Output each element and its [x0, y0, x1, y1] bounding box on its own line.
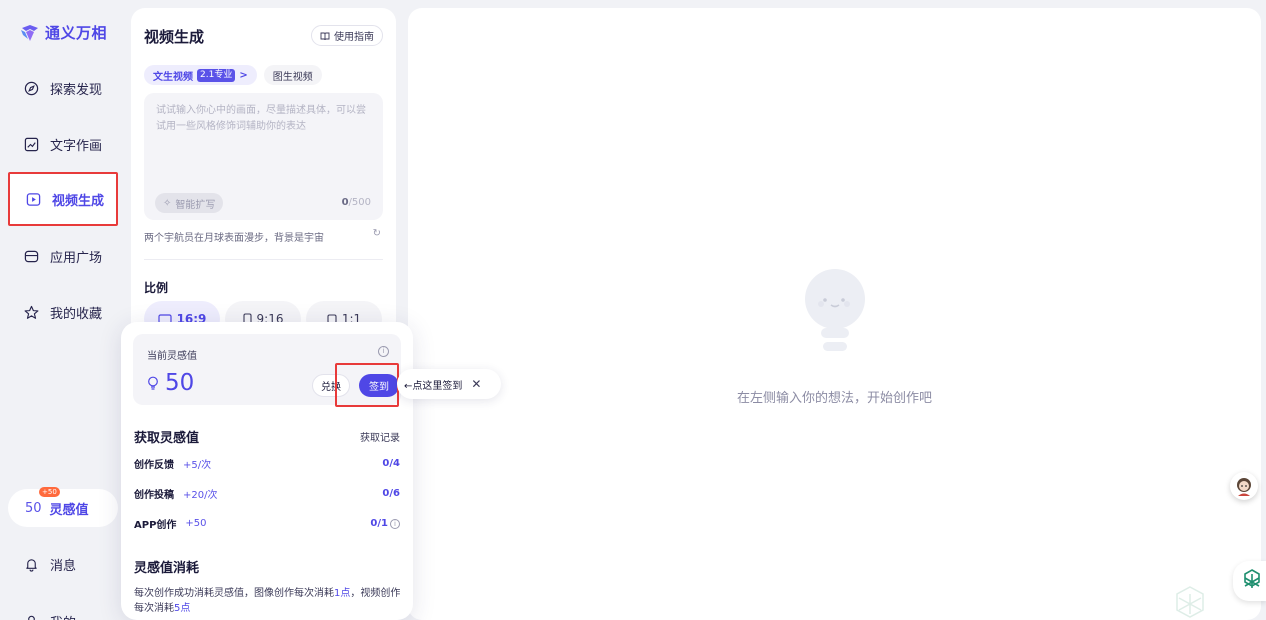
refresh-icon[interactable]: ↻ [373, 228, 381, 239]
magic-wand-icon: ✧ [163, 197, 172, 209]
earn-history-link[interactable]: 获取记录 [360, 429, 400, 444]
avatar-icon [1237, 478, 1251, 496]
left-nav: 通义万相 探索发现 文字作画 视频生成 应用广场 我的收藏 +50 50 灵感值… [0, 0, 122, 620]
bell-icon [26, 558, 37, 572]
char-counter: 0/500 [341, 197, 371, 208]
brand-logo[interactable]: 通义万相 [20, 22, 107, 43]
image-edit-icon [24, 137, 39, 151]
ai-flower-icon [1244, 569, 1260, 588]
points-label: 灵感值 [49, 502, 89, 518]
info-icon[interactable]: i [378, 346, 389, 357]
model-version-badge: 2.1专业 [197, 68, 236, 82]
tab-label: 文生视频 [153, 71, 193, 83]
current-points: 50 [147, 370, 194, 396]
earn-points-title: 获取灵感值 [134, 431, 200, 446]
nav-item-video[interactable]: 视频生成 [8, 172, 118, 226]
prompt-suggestion[interactable]: 两个宇航员在月球表面漫步，背景是宇宙 [144, 229, 324, 244]
user-guide-button[interactable]: 使用指南 [311, 25, 383, 46]
checkin-tooltip: ←点这里签到 ✕ [397, 369, 501, 399]
tab-text-to-video[interactable]: 文生视频 2.1专业 > [144, 65, 257, 85]
ratio-title: 比例 [144, 281, 169, 295]
tab-image-to-video[interactable]: 图生视频 [263, 65, 322, 85]
preview-area: 在左侧输入你的想法，开始创作吧 [408, 8, 1261, 620]
user-guide-label: 使用指南 [334, 32, 374, 43]
nav-item-favorites[interactable]: 我的收藏 [8, 285, 118, 339]
brand-name: 通义万相 [45, 24, 108, 42]
info-icon[interactable]: i [390, 518, 400, 529]
points-value: 50 [165, 370, 195, 396]
current-points-label: 当前灵感值 [147, 351, 197, 362]
tooltip-text: ←点这里签到 [404, 380, 463, 392]
points-bonus-badge: +50 [39, 487, 60, 497]
lightbulb-small-icon [148, 376, 158, 390]
smart-expand-button[interactable]: ✧ 智能扩写 [155, 193, 224, 213]
nav-item-label: 文字作画 [50, 138, 103, 154]
points-cost-description: 每次创作成功消耗灵感值，图像创作每次消耗1点，视频创作每次消耗5点 [134, 588, 401, 614]
prompt-textarea[interactable]: 试试输入你心中的画面，尽量描述具体，可以尝试用一些风格修饰词辅助你的表达 ✧ 智… [144, 93, 383, 220]
nav-item-label: 我的收藏 [50, 306, 103, 322]
close-icon[interactable]: ✕ [471, 377, 481, 391]
assistant-avatar-button[interactable] [1230, 472, 1258, 500]
tab-label: 图生视频 [272, 71, 313, 83]
book-icon [320, 32, 330, 40]
logo-icon [21, 24, 38, 41]
points-value: 50 [25, 500, 42, 516]
divider [144, 259, 383, 260]
ai-assistant-button[interactable] [1233, 561, 1266, 601]
watermark-logo-icon [1176, 586, 1204, 618]
video-icon [26, 192, 41, 206]
inspiration-points-button[interactable]: +50 50 灵感值 [8, 487, 118, 527]
nav-item-app-plaza[interactable]: 应用广场 [8, 229, 118, 283]
nav-item-label: 探索发现 [50, 82, 103, 98]
points-cost-title: 灵感值消耗 [134, 561, 200, 576]
nav-item-label: 消息 [50, 558, 77, 574]
user-icon [28, 615, 35, 620]
compass-icon [24, 81, 39, 95]
smart-expand-label: 智能扩写 [175, 199, 216, 211]
prompt-placeholder: 试试输入你心中的画面，尽量描述具体，可以尝试用一些风格修饰词辅助你的表达 [156, 105, 366, 132]
chevron-right-icon: > [239, 69, 248, 81]
lightbulb-icon [805, 269, 865, 351]
store-icon [24, 250, 39, 262]
star-icon [24, 305, 39, 319]
mode-tabs: 文生视频 2.1专业 > 图生视频 [144, 65, 322, 85]
panel-title: 视频生成 [144, 28, 205, 46]
nav-item-mine[interactable]: 我的 [8, 594, 118, 620]
nav-item-messages[interactable]: 消息 [8, 537, 118, 591]
empty-state-text: 在左侧输入你的想法，开始创作吧 [736, 391, 932, 406]
nav-item-label: 视频生成 [52, 193, 105, 209]
nav-item-label: 应用广场 [50, 250, 103, 266]
nav-item-label: 我的 [50, 612, 76, 620]
checkin-highlight-box [335, 363, 399, 407]
task-row: 创作投稿 +20/次 0/6 [134, 488, 400, 501]
nav-item-text-to-image[interactable]: 文字作画 [8, 117, 118, 171]
task-row: 创作反馈 +5/次 0/4 [134, 458, 400, 471]
nav-item-explore[interactable]: 探索发现 [8, 61, 118, 115]
task-row: APP创作 +50 0/1 i [134, 516, 400, 531]
